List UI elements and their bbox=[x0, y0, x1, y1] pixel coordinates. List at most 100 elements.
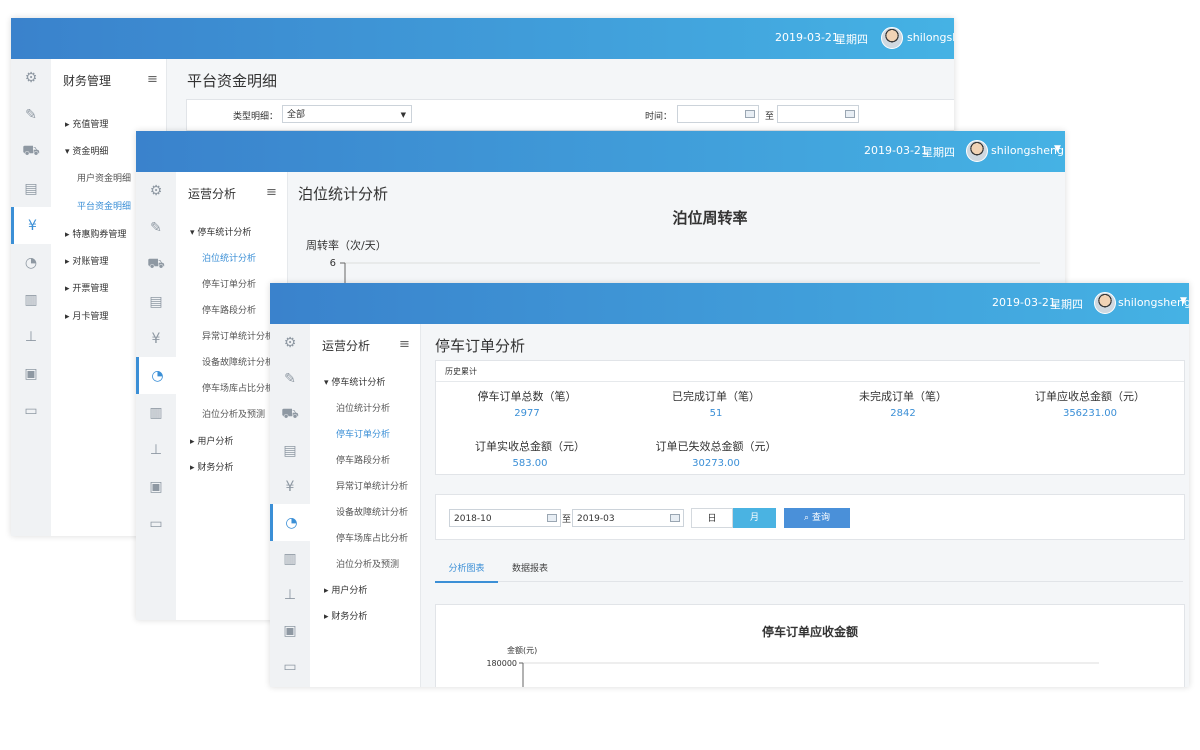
parking-lot-icon[interactable]: ▤ bbox=[136, 283, 176, 320]
briefcase-icon[interactable]: ▣ bbox=[136, 468, 176, 505]
stat-value: 356231.00 bbox=[1062, 408, 1118, 419]
user-edit-icon[interactable]: ✎ bbox=[136, 209, 176, 246]
money-bag-icon[interactable]: ¥ bbox=[270, 468, 310, 505]
y-axis-label: 金额(元) bbox=[507, 645, 537, 655]
car-icon[interactable]: ⛟ bbox=[136, 246, 176, 283]
sidebar-item[interactable]: 用户资金明细 bbox=[77, 171, 131, 184]
sidebar-item[interactable]: 停车场库占比分析 bbox=[202, 381, 274, 394]
end-month-input[interactable]: 2019-03 bbox=[572, 509, 684, 527]
sidebar-item[interactable]: 泊位分析及预测 bbox=[336, 557, 399, 570]
page-title: 停车订单分析 bbox=[435, 337, 526, 355]
sidebar-item[interactable]: 停车订单分析 bbox=[202, 277, 256, 290]
stat-label: 停车订单总数（笔） bbox=[477, 390, 577, 403]
sidebar-item-active[interactable]: 泊位统计分析 bbox=[202, 251, 256, 264]
pie-chart-icon[interactable]: ◔ bbox=[270, 504, 310, 541]
sidebar-group[interactable]: ▸ 月卡管理 bbox=[65, 309, 108, 322]
start-date-input[interactable] bbox=[677, 105, 759, 123]
header-weekday: 星期四 bbox=[922, 146, 955, 159]
presentation-icon[interactable]: ▥ bbox=[136, 394, 176, 431]
tab-bar: 分析图表 数据报表 bbox=[435, 559, 1183, 583]
presentation-icon[interactable]: ▥ bbox=[11, 281, 51, 318]
day-button[interactable]: 日 bbox=[691, 508, 733, 528]
menu-toggle-icon[interactable]: ≡ bbox=[147, 72, 158, 87]
chart-title: 泊位周转率 bbox=[672, 209, 747, 227]
tab-analysis-chart[interactable]: 分析图表 bbox=[435, 559, 498, 583]
briefcase-icon[interactable]: ▣ bbox=[11, 355, 51, 392]
money-bag-icon[interactable]: ¥ bbox=[136, 320, 176, 357]
sidebar-item[interactable]: 停车路段分析 bbox=[202, 303, 256, 316]
month-button[interactable]: 月 bbox=[733, 508, 776, 528]
sidebar-group-expanded[interactable]: ▾ 停车统计分析 bbox=[324, 375, 385, 388]
sidebar-group[interactable]: ▸ 充值管理 bbox=[65, 117, 108, 130]
sidebar-item[interactable]: 设备故障统计分析 bbox=[336, 505, 408, 518]
user-edit-icon[interactable]: ✎ bbox=[11, 96, 51, 133]
sidebar-item[interactable]: 异常订单统计分析 bbox=[202, 329, 274, 342]
receivable-chart: 停车订单应收金额 金额(元) 180000 bbox=[486, 624, 1099, 687]
sidebar-group[interactable]: ▸ 用户分析 bbox=[324, 583, 367, 596]
user-settings-icon[interactable]: ⚙ bbox=[270, 324, 310, 361]
sidebar-item-active[interactable]: 停车订单分析 bbox=[336, 427, 390, 440]
avatar[interactable] bbox=[1094, 292, 1116, 314]
car-icon[interactable]: ⛟ bbox=[270, 396, 310, 433]
org-chart-icon[interactable]: ⊥ bbox=[270, 576, 310, 613]
org-chart-icon[interactable]: ⊥ bbox=[11, 318, 51, 355]
sidebar-group[interactable]: ▸ 特惠购券管理 bbox=[65, 227, 126, 240]
pie-chart-icon[interactable]: ◔ bbox=[11, 244, 51, 281]
money-bag-icon[interactable]: ¥ bbox=[11, 207, 51, 244]
username[interactable]: shilongsheng bbox=[1118, 296, 1189, 309]
sidebar-group[interactable]: ▸ 财务分析 bbox=[190, 460, 233, 473]
turnover-chart: 泊位周转率 周转率（次/天） 6 bbox=[306, 209, 1040, 287]
header-date: 2019-03-21 bbox=[775, 31, 839, 44]
sidebar-group-expanded[interactable]: ▾ 停车统计分析 bbox=[190, 225, 251, 238]
calendar-icon bbox=[670, 514, 680, 522]
type-select[interactable]: 全部 ▼ bbox=[282, 105, 412, 123]
type-label: 类型明细： bbox=[233, 112, 279, 122]
avatar[interactable] bbox=[966, 140, 988, 162]
sidebar-group[interactable]: ▸ 用户分析 bbox=[190, 434, 233, 447]
sidebar-group[interactable]: ▸ 财务分析 bbox=[324, 609, 367, 622]
sidebar-item[interactable]: 泊位统计分析 bbox=[336, 401, 390, 414]
filter-bar: 类型明细： 全部 ▼ 时间： 至 bbox=[186, 99, 954, 131]
sidebar-item-active[interactable]: 平台资金明细 bbox=[77, 199, 131, 212]
briefcase-icon[interactable]: ▣ bbox=[270, 612, 310, 649]
tab-data-report[interactable]: 数据报表 bbox=[498, 559, 562, 581]
sidebar-group[interactable]: ▸ 开票管理 bbox=[65, 281, 108, 294]
sidebar-group[interactable]: ▸ 对账管理 bbox=[65, 254, 108, 267]
monitor-icon[interactable]: ▭ bbox=[270, 648, 310, 685]
user-edit-icon[interactable]: ✎ bbox=[270, 360, 310, 397]
stat-label: 已完成订单（笔） bbox=[672, 390, 760, 403]
caret-down-icon[interactable]: ▼ bbox=[1180, 296, 1187, 306]
username[interactable]: shilongsheng bbox=[907, 31, 954, 44]
time-label: 时间： bbox=[645, 112, 673, 122]
sidebar-item[interactable]: 泊位分析及预测 bbox=[202, 407, 265, 420]
stat-label: 订单已失效总金额（元） bbox=[655, 440, 777, 453]
window-order-analysis: 2019-03-21 星期四 shilongsheng ▼ ⚙ ✎ ⛟ ▤ ¥ … bbox=[270, 283, 1189, 687]
org-chart-icon[interactable]: ⊥ bbox=[136, 431, 176, 468]
end-date-input[interactable] bbox=[777, 105, 859, 123]
start-month-input[interactable]: 2018-10 bbox=[449, 509, 561, 527]
sidebar-item[interactable]: 停车场库占比分析 bbox=[336, 531, 408, 544]
presentation-icon[interactable]: ▥ bbox=[270, 540, 310, 577]
monitor-icon[interactable]: ▭ bbox=[11, 392, 51, 429]
sidebar-item[interactable]: 设备故障统计分析 bbox=[202, 355, 274, 368]
menu-toggle-icon[interactable]: ≡ bbox=[266, 185, 277, 200]
menu-toggle-icon[interactable]: ≡ bbox=[399, 337, 410, 352]
stat-label: 订单应收总金额（元） bbox=[1035, 390, 1145, 403]
sidebar-item[interactable]: 异常订单统计分析 bbox=[336, 479, 408, 492]
monitor-icon[interactable]: ▭ bbox=[136, 505, 176, 542]
avatar[interactable] bbox=[881, 27, 903, 49]
username[interactable]: shilongsheng bbox=[991, 144, 1064, 157]
user-settings-icon[interactable]: ⚙ bbox=[136, 172, 176, 209]
caret-down-icon[interactable]: ▼ bbox=[1054, 144, 1061, 154]
pie-chart-icon[interactable]: ◔ bbox=[136, 357, 176, 394]
y-tick-label: 6 bbox=[330, 258, 336, 269]
sidebar-group-expanded[interactable]: ▾ 资金明细 bbox=[65, 144, 108, 157]
stat-label: 订单实收总金额（元） bbox=[475, 440, 585, 453]
query-button[interactable]: ⌕ 查询 bbox=[784, 508, 850, 528]
to-label: 至 bbox=[765, 112, 775, 122]
parking-lot-icon[interactable]: ▤ bbox=[11, 170, 51, 207]
sidebar-item[interactable]: 停车路段分析 bbox=[336, 453, 390, 466]
user-settings-icon[interactable]: ⚙ bbox=[11, 59, 51, 96]
parking-lot-icon[interactable]: ▤ bbox=[270, 432, 310, 469]
car-icon[interactable]: ⛟ bbox=[11, 133, 51, 170]
